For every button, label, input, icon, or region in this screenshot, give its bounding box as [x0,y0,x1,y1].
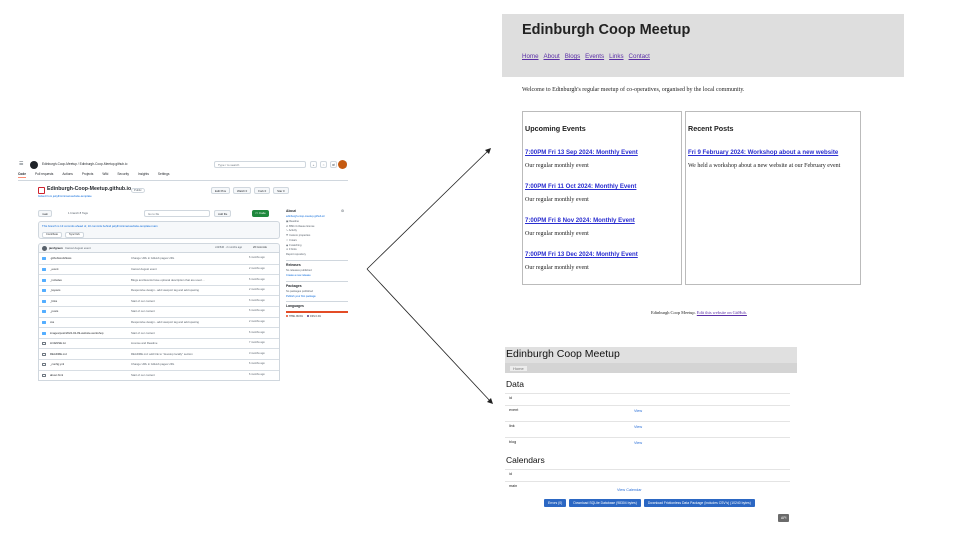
calendars-header-row: id [505,469,790,481]
event-link[interactable]: 7:00PM Fri 11 Oct 2024: Monthly Event [525,183,636,190]
errors-button[interactable]: Errors (0) [544,499,567,507]
data-header-row: id [505,393,790,405]
arrow-to-website [366,149,490,270]
website-panel: Edinburgh Coop Meetup Home About Blogs E… [502,14,904,324]
recent-posts-heading: Recent Posts [688,124,734,133]
download-datapackage-button[interactable]: Download Frictionless Data Package (incl… [643,499,755,507]
download-buttons: Errors (0) Download SQLite Database (983… [544,499,755,507]
calendar-id: main [509,484,518,488]
datasette-panel: Edinburgh Coop Meetup Home Data id event… [505,347,797,525]
event-link[interactable]: 7:00PM Fri 13 Sep 2024: Monthly Event [525,149,638,156]
footer-text: Edinburgh Coop Meetup. [651,310,696,315]
event-link[interactable]: 7:00PM Fri 13 Dec 2024: Monthly Event [525,251,638,258]
event-link[interactable]: 7:00PM Fri 8 Nov 2024: Monthly Event [525,217,635,224]
view-link[interactable]: View [634,441,642,445]
post-description: We held a workshop about a new website a… [688,163,841,169]
nav-home[interactable]: Home [510,365,527,371]
table-row: event View [505,405,790,417]
table-id: link [509,424,515,428]
upcoming-events-heading: Upcoming Events [525,124,586,133]
site-footer: Edinburgh Coop Meetup. Edit this website… [651,310,747,315]
api-button[interactable]: API [778,514,790,522]
table-row: blog View [505,437,790,449]
table-id: blog [509,440,517,444]
view-link[interactable]: View [634,425,642,429]
site-nav: Home About Blogs Events Links Contact [522,53,650,60]
calendars-heading: Calendars [506,455,545,465]
datasette-title: Edinburgh Coop Meetup [505,347,797,363]
site-header: Edinburgh Coop Meetup Home About Blogs E… [502,14,904,77]
welcome-text: Welcome to Edinburgh's regular meetup of… [522,87,745,93]
footer-edit-link[interactable]: Edit this website on GitHub. [697,310,747,315]
view-calendar-link[interactable]: View Calendar [617,488,642,492]
view-link[interactable]: View [634,409,642,413]
nav-about[interactable]: About [544,53,560,60]
download-sqlite-button[interactable]: Download SQLite Database (98304 bytes) [569,499,641,507]
arrow-to-datasette [366,268,492,403]
nav-links[interactable]: Links [609,53,623,60]
calendars-header-id: id [509,472,512,476]
event-description: Our regular monthly event [525,265,589,271]
nav-home[interactable]: Home [522,53,539,60]
data-heading: Data [506,379,524,389]
event-description: Our regular monthly event [525,163,589,169]
data-header-id: id [509,396,512,400]
post-link[interactable]: Fri 9 February 2024: Workshop about a ne… [688,149,838,156]
event-description: Our regular monthly event [525,231,589,237]
datasette-navbar: Home [505,363,797,373]
nav-events[interactable]: Events [585,53,604,60]
nav-blogs[interactable]: Blogs [565,53,580,60]
site-title: Edinburgh Coop Meetup [522,22,691,38]
recent-posts-box: Recent Posts Fri 9 February 2024: Worksh… [685,111,861,285]
calendar-row: main View Calendar [505,481,790,493]
table-id: event [509,408,519,412]
table-row: link View [505,421,790,433]
upcoming-events-box: Upcoming Events 7:00PM Fri 13 Sep 2024: … [522,111,682,285]
nav-contact[interactable]: Contact [629,53,650,60]
event-description: Our regular monthly event [525,197,589,203]
